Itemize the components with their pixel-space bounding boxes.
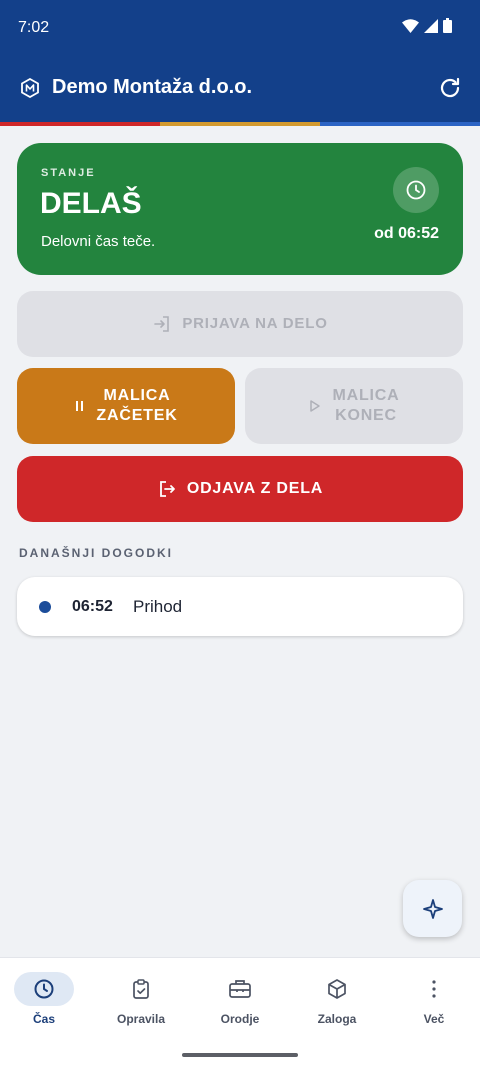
- stripe-amber: [160, 122, 320, 126]
- refresh-icon[interactable]: [438, 76, 462, 100]
- status-label: STANJE: [41, 167, 96, 179]
- hexagon-m-icon: [21, 78, 39, 98]
- signal-icon: [424, 18, 438, 33]
- break-start-button[interactable]: MALICA ZAČETEK: [17, 368, 235, 444]
- play-icon: [310, 400, 321, 412]
- event-dot: [39, 601, 51, 613]
- system-status-bar: 7:02: [0, 0, 480, 54]
- nav-opravila-icon-wrap: [111, 972, 171, 1006]
- nav-cas-icon-wrap: [14, 972, 74, 1006]
- status-time: 7:02: [18, 19, 50, 36]
- break-end-line1: MALICA: [332, 387, 400, 404]
- home-indicator: [182, 1053, 298, 1057]
- nav-vec-icon-wrap: [404, 972, 464, 1006]
- pause-icon: [76, 401, 84, 411]
- more-vertical-icon: [432, 980, 436, 998]
- logout-button[interactable]: ODJAVA Z DELA: [17, 456, 463, 522]
- work-status-card: STANJE DELAŠ Delovni čas teče. od 06:52: [17, 143, 463, 275]
- login-icon: [154, 316, 170, 332]
- clock-icon: [393, 167, 439, 213]
- app-bar: Demo Montaža d.o.o.: [0, 54, 480, 122]
- break-end-button[interactable]: MALICA KONEC: [245, 368, 463, 444]
- break-start-line1: MALICA: [103, 387, 171, 404]
- nav-label-orodje: Orodje: [220, 1012, 260, 1026]
- break-end-line2: KONEC: [335, 407, 397, 424]
- event-time: 06:52: [72, 598, 113, 615]
- nav-label-vec: Več: [423, 1012, 445, 1026]
- break-start-line2: ZAČETEK: [96, 407, 178, 424]
- nav-label-cas: Čas: [32, 1012, 55, 1026]
- nav-label-opravila: Opravila: [116, 1012, 166, 1026]
- nav-item-zaloga[interactable]: Zaloga: [289, 958, 385, 1038]
- stripe-blue: [320, 122, 480, 126]
- nav-label-zaloga: Zaloga: [317, 1012, 357, 1026]
- login-button[interactable]: PRIJAVA NA DELO: [17, 291, 463, 357]
- event-item[interactable]: 06:52 Prihod: [17, 577, 463, 636]
- wifi-icon: [402, 18, 419, 33]
- status-description: Delovni čas teče.: [41, 233, 156, 250]
- battery-icon: [443, 18, 452, 33]
- events-section-title: DANAŠNJI DOGODKI: [19, 546, 174, 560]
- box-icon: [328, 979, 346, 999]
- nav-orodje-icon-wrap: [210, 972, 270, 1006]
- system-icons: [402, 18, 452, 33]
- nav-zaloga-icon-wrap: [307, 972, 367, 1006]
- stripe-red: [0, 122, 160, 126]
- assistant-fab[interactable]: [403, 880, 462, 937]
- nav-item-opravila[interactable]: Opravila: [93, 958, 189, 1038]
- nav-item-vec[interactable]: Več: [386, 958, 480, 1038]
- login-label: PRIJAVA NA DELO: [182, 315, 328, 332]
- logout-label: ODJAVA Z DELA: [186, 480, 324, 497]
- break-start-label: MALICA ZAČETEK: [96, 386, 177, 426]
- status-since: od 06:52: [374, 225, 439, 242]
- status-state: DELAŠ: [40, 187, 142, 220]
- logout-icon: [159, 481, 175, 497]
- app-title: Demo Montaža d.o.o.: [52, 76, 252, 98]
- event-type: Prihod: [133, 597, 183, 616]
- nav-item-orodje[interactable]: Orodje: [192, 958, 288, 1038]
- toolbox-icon: [229, 980, 251, 998]
- clipboard-check-icon: [133, 979, 149, 999]
- break-end-label: MALICA KONEC: [332, 386, 399, 426]
- sparkle-icon: [422, 898, 443, 919]
- clock-icon: [34, 979, 54, 999]
- nav-item-cas[interactable]: Čas: [0, 958, 92, 1038]
